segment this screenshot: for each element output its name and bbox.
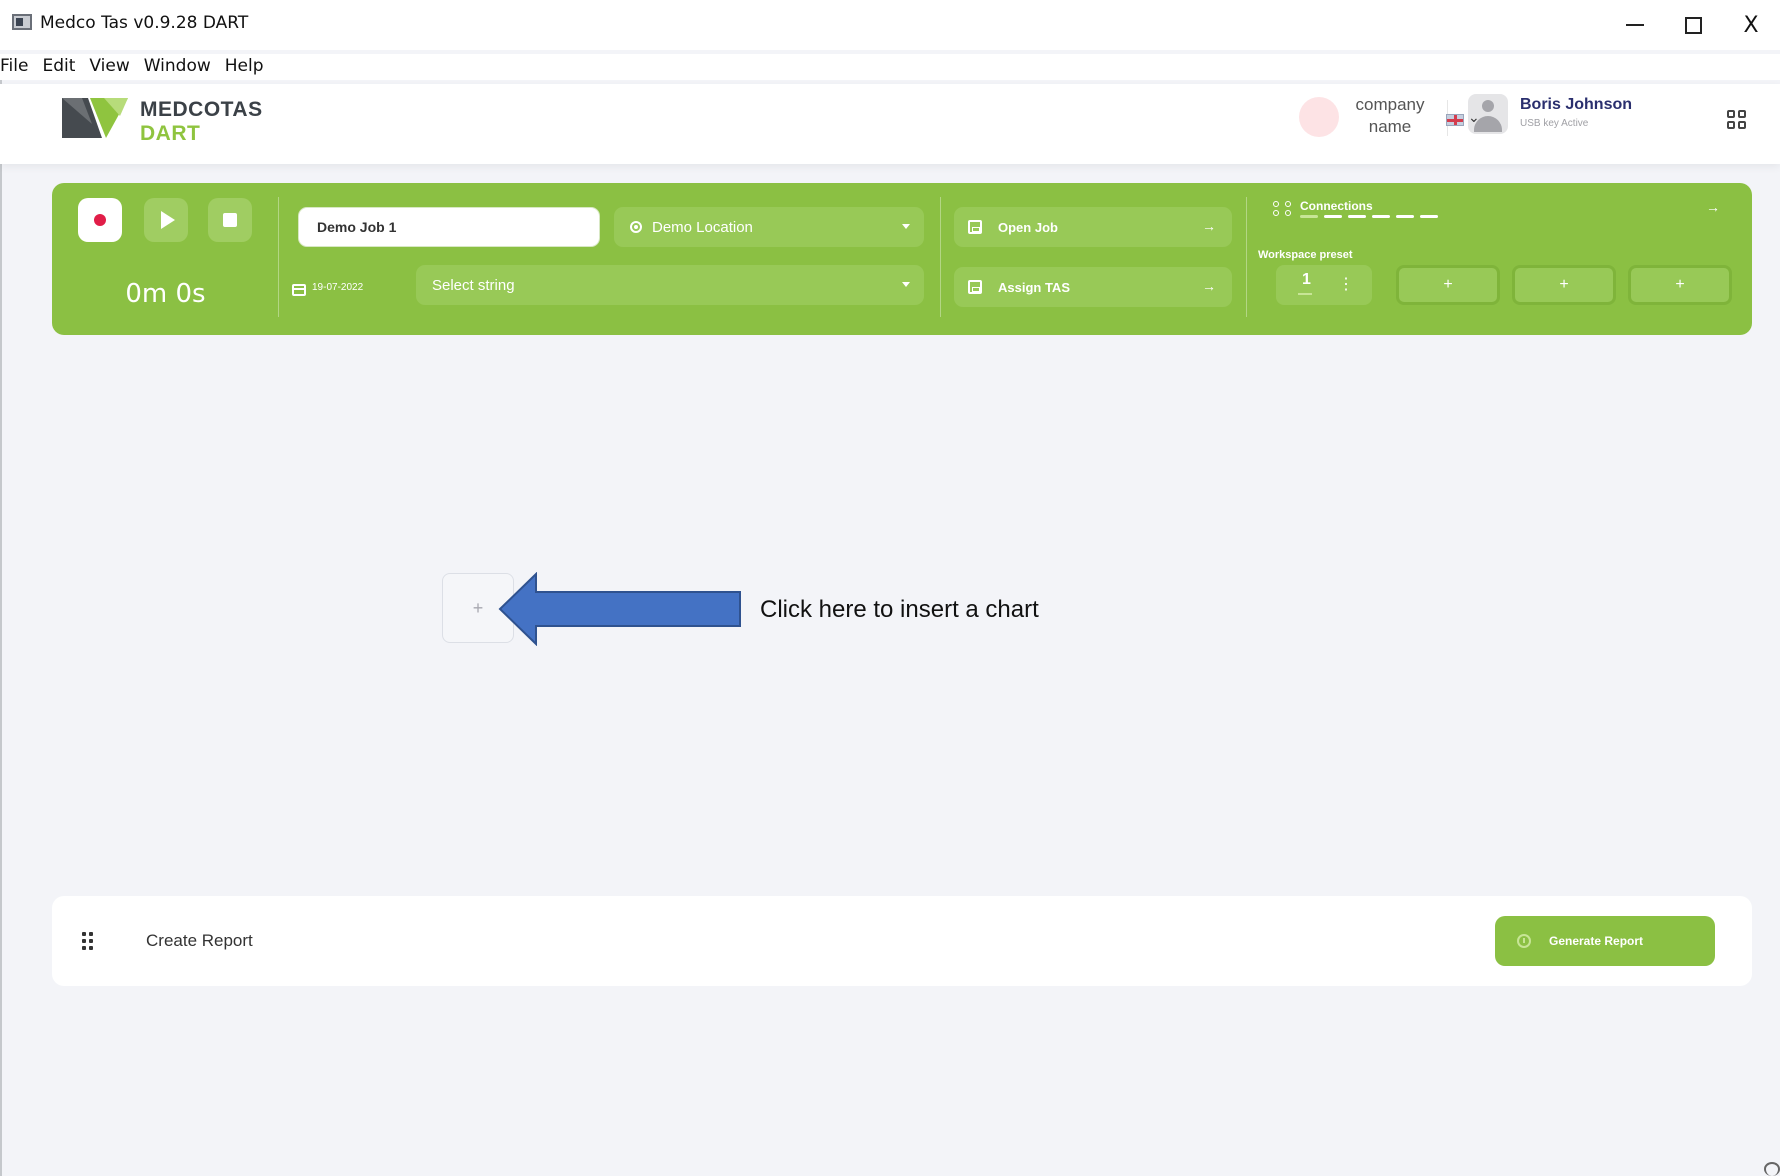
assign-tas-label: Assign TAS	[998, 279, 1070, 295]
open-job-label: Open Job	[998, 219, 1058, 235]
save-icon	[968, 280, 982, 294]
report-bar: Create Report Generate Report	[52, 896, 1752, 986]
string-select-placeholder: Select string	[432, 276, 515, 294]
location-pin-icon	[630, 221, 642, 233]
workspace-preset-number: 1	[1302, 271, 1311, 288]
power-icon	[1517, 934, 1531, 948]
calendar-icon[interactable]	[292, 284, 306, 296]
generate-report-button[interactable]: Generate Report	[1495, 916, 1715, 966]
apps-grid-icon[interactable]	[1727, 110, 1747, 130]
recording-timer: 0m 0s	[125, 279, 206, 309]
panel-divider	[940, 197, 941, 317]
preset-indicator	[1298, 293, 1312, 295]
job-name-input[interactable]: Demo Job 1	[298, 207, 600, 247]
company-name-line1: company	[1355, 95, 1425, 114]
window-left-border	[0, 80, 2, 1176]
menu-view[interactable]: View	[83, 54, 137, 80]
connections-arrow-icon[interactable]: →	[1706, 199, 1720, 215]
arrow-right-icon: →	[1202, 278, 1216, 294]
window-title: Medco Tas v0.9.28 DART	[40, 13, 249, 33]
close-button[interactable]: X	[1726, 8, 1776, 42]
panel-divider	[278, 197, 279, 317]
maximize-button[interactable]	[1668, 8, 1718, 42]
play-icon	[161, 211, 175, 229]
user-status: USB key Active	[1520, 118, 1589, 129]
company-name[interactable]: company name	[1345, 94, 1435, 138]
panel-divider	[1246, 197, 1247, 317]
window-titlebar: Medco Tas v0.9.28 DART X	[0, 0, 1780, 50]
job-control-panel: 0m 0s Demo Job 1 Demo Location 19-07-202…	[52, 183, 1752, 335]
caret-down-icon	[902, 224, 910, 229]
medcotas-logo-icon	[62, 98, 128, 138]
maximize-icon	[1684, 16, 1702, 34]
company-name-line2: name	[1368, 117, 1412, 136]
job-date[interactable]: 19-07-2022	[312, 282, 363, 293]
callout-text: Click here to insert a chart	[760, 596, 1039, 623]
menu-window[interactable]: Window	[138, 54, 219, 80]
more-options-icon[interactable]: ⋮	[1338, 274, 1354, 294]
menu-file[interactable]: File	[0, 54, 36, 80]
user-name[interactable]: Boris Johnson	[1520, 96, 1632, 114]
create-report-label: Create Report	[146, 931, 253, 950]
workspace-preset-label: Workspace preset	[1258, 249, 1353, 261]
generate-report-label: Generate Report	[1549, 934, 1644, 948]
location-value: Demo Location	[652, 218, 753, 236]
uk-flag-icon[interactable]	[1446, 114, 1464, 126]
connections-label[interactable]: Connections	[1300, 199, 1373, 213]
connections-status-indicators	[1300, 215, 1438, 218]
chevron-down-icon[interactable]: ⌄	[1468, 109, 1480, 126]
assign-tas-button[interactable]: Assign TAS →	[954, 267, 1232, 307]
record-button[interactable]	[78, 198, 122, 242]
save-icon	[968, 220, 982, 234]
arrow-right-icon: →	[1202, 218, 1216, 234]
record-icon	[94, 214, 106, 226]
user-avatar-head	[1482, 100, 1494, 112]
menu-bar: File Edit View Window Help	[0, 54, 1780, 80]
open-job-button[interactable]: Open Job →	[954, 207, 1232, 247]
play-button[interactable]	[144, 198, 188, 242]
add-workspace-preset-button[interactable]: +	[1396, 265, 1500, 305]
logo-text-dart: DART	[140, 122, 201, 145]
globe-icon	[1764, 1162, 1780, 1176]
app-header: MEDCOTAS DART company name Boris Johnson…	[0, 84, 1780, 164]
menu-help[interactable]: Help	[219, 54, 272, 80]
add-workspace-preset-button[interactable]: +	[1628, 265, 1732, 305]
drag-handle-icon[interactable]	[82, 932, 94, 950]
menu-edit[interactable]: Edit	[36, 54, 83, 80]
stop-icon	[223, 213, 237, 227]
string-select[interactable]: Select string	[416, 265, 924, 305]
minimize-icon	[1626, 24, 1644, 26]
company-avatar[interactable]	[1299, 97, 1339, 137]
workspace-preset-current[interactable]: 1 ⋮	[1276, 265, 1372, 305]
connections-icon	[1273, 201, 1293, 217]
location-select[interactable]: Demo Location	[614, 207, 924, 247]
callout-arrow-icon	[498, 572, 741, 646]
caret-down-icon	[902, 282, 910, 287]
logo-text-medcotas: MEDCOTAS	[140, 98, 263, 121]
add-workspace-preset-button[interactable]: +	[1512, 265, 1616, 305]
app-window-icon	[12, 14, 32, 30]
minimize-button[interactable]	[1610, 8, 1660, 42]
stop-button[interactable]	[208, 198, 252, 242]
